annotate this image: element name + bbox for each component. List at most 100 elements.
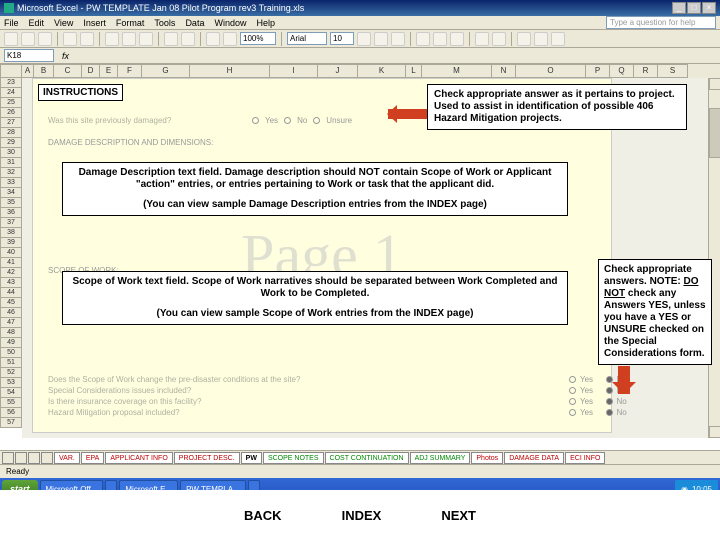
minimize-button[interactable]: _ (672, 2, 686, 14)
column-header-O[interactable]: O (516, 64, 586, 78)
tab-nav-last[interactable] (41, 452, 53, 464)
tab-adj[interactable]: ADJ SUMMARY (410, 452, 471, 464)
q1-yes[interactable] (569, 376, 576, 383)
column-header-R[interactable]: R (634, 64, 658, 78)
row-header-24[interactable]: 24 (0, 88, 22, 98)
help-question-input[interactable]: Type a question for help (606, 16, 716, 29)
tab-eci[interactable]: ECI INFO (565, 452, 605, 464)
scroll-down-button[interactable] (709, 426, 720, 438)
tab-var[interactable]: VAR. (54, 452, 80, 464)
column-header-G[interactable]: G (142, 64, 190, 78)
align-right-icon[interactable] (450, 32, 464, 46)
paste-icon[interactable] (139, 32, 153, 46)
close-button[interactable]: × (702, 2, 716, 14)
borders-icon[interactable] (517, 32, 531, 46)
tab-nav-prev[interactable] (15, 452, 27, 464)
sort-icon[interactable] (206, 32, 220, 46)
print-icon[interactable] (63, 32, 77, 46)
next-link[interactable]: NEXT (441, 508, 476, 523)
underline-icon[interactable] (391, 32, 405, 46)
row-header-49[interactable]: 49 (0, 338, 22, 348)
column-header-L[interactable]: L (406, 64, 422, 78)
row-header-37[interactable]: 37 (0, 218, 22, 228)
percent-icon[interactable] (492, 32, 506, 46)
prev-damaged-options[interactable]: Yes No Unsure (252, 116, 352, 125)
italic-icon[interactable] (374, 32, 388, 46)
bold-icon[interactable] (357, 32, 371, 46)
tab-nav-next[interactable] (28, 452, 40, 464)
row-header-31[interactable]: 31 (0, 158, 22, 168)
open-icon[interactable] (21, 32, 35, 46)
column-header-S[interactable]: S (658, 64, 688, 78)
row-header-43[interactable]: 43 (0, 278, 22, 288)
maximize-button[interactable]: □ (687, 2, 701, 14)
menu-data[interactable]: Data (185, 18, 204, 28)
row-header-26[interactable]: 26 (0, 108, 22, 118)
row-header-34[interactable]: 34 (0, 188, 22, 198)
row-header-40[interactable]: 40 (0, 248, 22, 258)
tab-damage-data[interactable]: DAMAGE DATA (504, 452, 564, 464)
zoom-input[interactable]: 100% (240, 32, 276, 45)
align-center-icon[interactable] (433, 32, 447, 46)
new-icon[interactable] (4, 32, 18, 46)
q4-yes[interactable] (569, 409, 576, 416)
column-header-M[interactable]: M (422, 64, 492, 78)
row-header-55[interactable]: 55 (0, 398, 22, 408)
menu-view[interactable]: View (54, 18, 73, 28)
radio-yes[interactable] (252, 117, 259, 124)
row-header-39[interactable]: 39 (0, 238, 22, 248)
scroll-up-button[interactable] (709, 78, 720, 90)
row-header-36[interactable]: 36 (0, 208, 22, 218)
index-link[interactable]: INDEX (342, 508, 382, 523)
tab-scope-notes[interactable]: SCOPE NOTES (263, 452, 324, 464)
instructions-button[interactable]: INSTRUCTIONS (38, 84, 123, 101)
font-name-input[interactable]: Arial (287, 32, 327, 45)
menu-help[interactable]: Help (256, 18, 275, 28)
row-header-28[interactable]: 28 (0, 128, 22, 138)
column-header-A[interactable]: A (22, 64, 34, 78)
row-header-52[interactable]: 52 (0, 368, 22, 378)
preview-icon[interactable] (80, 32, 94, 46)
row-header-56[interactable]: 56 (0, 408, 22, 418)
column-header-C[interactable]: C (54, 64, 82, 78)
row-header-47[interactable]: 47 (0, 318, 22, 328)
menu-edit[interactable]: Edit (29, 18, 45, 28)
column-header-N[interactable]: N (492, 64, 516, 78)
chart-icon[interactable] (223, 32, 237, 46)
row-header-44[interactable]: 44 (0, 288, 22, 298)
column-header-K[interactable]: K (358, 64, 406, 78)
row-header-33[interactable]: 33 (0, 178, 22, 188)
row-header-23[interactable]: 23 (0, 78, 22, 88)
copy-icon[interactable] (122, 32, 136, 46)
menu-window[interactable]: Window (214, 18, 246, 28)
save-icon[interactable] (38, 32, 52, 46)
tab-photos[interactable]: Photos (471, 452, 503, 464)
row-header-46[interactable]: 46 (0, 308, 22, 318)
row-header-54[interactable]: 54 (0, 388, 22, 398)
row-header-30[interactable]: 30 (0, 148, 22, 158)
font-size-input[interactable]: 10 (330, 32, 354, 45)
scroll-thumb[interactable] (709, 108, 720, 158)
row-header-32[interactable]: 32 (0, 168, 22, 178)
menu-format[interactable]: Format (116, 18, 145, 28)
row-header-29[interactable]: 29 (0, 138, 22, 148)
row-header-48[interactable]: 48 (0, 328, 22, 338)
tab-epa[interactable]: EPA (81, 452, 105, 464)
column-header-F[interactable]: F (118, 64, 142, 78)
row-header-45[interactable]: 45 (0, 298, 22, 308)
column-header-B[interactable]: B (34, 64, 54, 78)
select-all-button[interactable] (0, 64, 22, 78)
menu-file[interactable]: File (4, 18, 19, 28)
q3-yes[interactable] (569, 398, 576, 405)
q2-yes[interactable] (569, 387, 576, 394)
name-box[interactable]: K18 (4, 49, 54, 62)
row-header-51[interactable]: 51 (0, 358, 22, 368)
radio-unsure[interactable] (313, 117, 320, 124)
row-header-50[interactable]: 50 (0, 348, 22, 358)
row-header-41[interactable]: 41 (0, 258, 22, 268)
row-header-27[interactable]: 27 (0, 118, 22, 128)
vertical-scrollbar[interactable] (708, 78, 720, 438)
tab-cost[interactable]: COST CONTINUATION (325, 452, 409, 464)
q4-no[interactable] (606, 409, 613, 416)
row-header-57[interactable]: 57 (0, 418, 22, 428)
